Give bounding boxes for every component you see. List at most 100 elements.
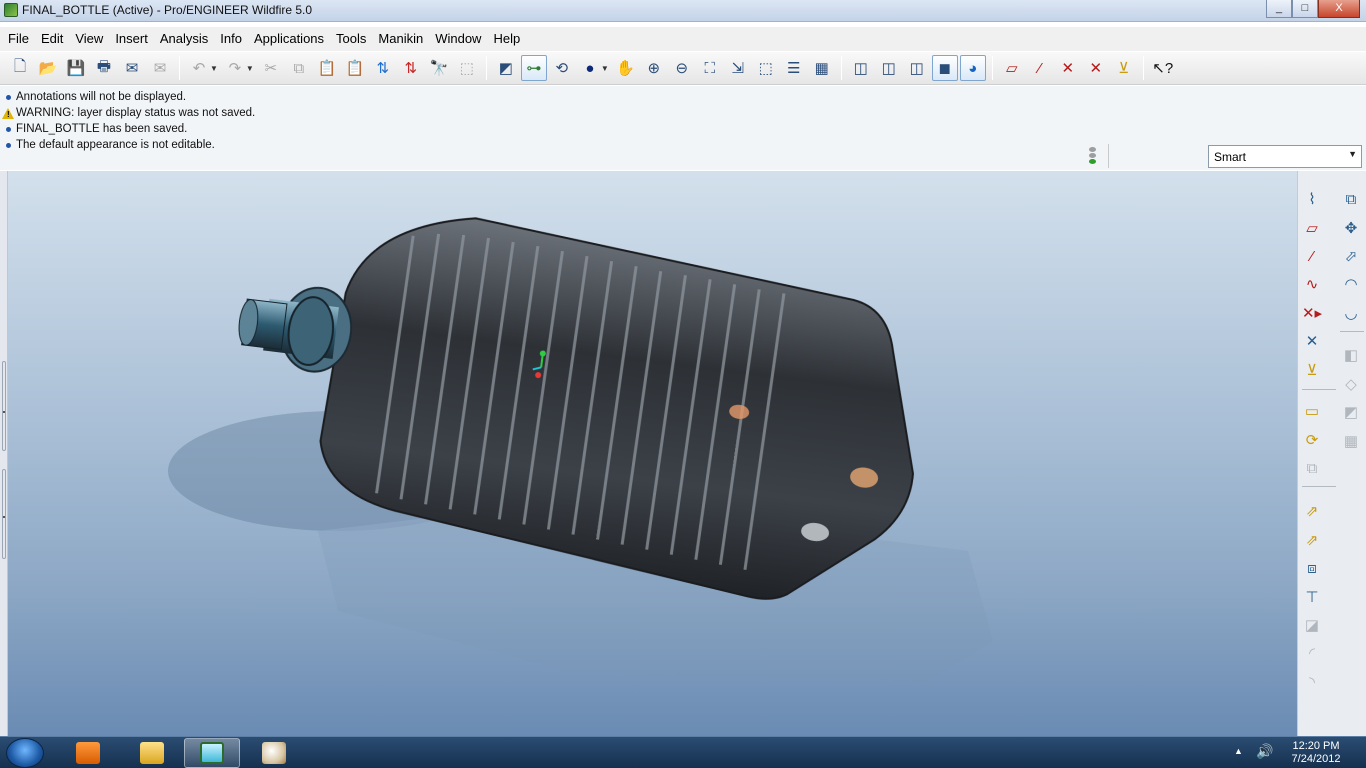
sash-handle[interactable] xyxy=(2,361,6,451)
datum-axis-icon[interactable]: ⁄ xyxy=(1299,244,1325,268)
selection-filter-select[interactable]: Smart ▼ xyxy=(1208,145,1362,168)
minimize-button[interactable]: _ xyxy=(1266,0,1292,18)
datum-planes-icon[interactable]: ▱ xyxy=(999,55,1025,81)
context-help-icon[interactable]: ↖? xyxy=(1150,55,1176,81)
intersect-icon[interactable]: ◇ xyxy=(1338,372,1364,396)
message-text: The default appearance is not editable. xyxy=(16,139,215,151)
datum-point-icon[interactable]: ✕▸ xyxy=(1299,301,1325,325)
taskbar-clock[interactable]: 12:20 PM 7/24/2012 xyxy=(1286,740,1346,766)
regenerate-icon[interactable]: ⇅ xyxy=(370,55,396,81)
draft-icon[interactable]: ⊤ xyxy=(1299,585,1325,609)
reorient-icon[interactable]: ⇲ xyxy=(725,55,751,81)
csys-icon[interactable]: ✕ xyxy=(1299,329,1325,353)
redo-icon[interactable]: ↷ xyxy=(222,55,248,81)
orient-mode-icon[interactable]: ⟲ xyxy=(549,55,575,81)
layers-icon[interactable]: ☰ xyxy=(781,55,807,81)
revolve-icon[interactable]: ⟳ xyxy=(1299,428,1325,452)
trim-icon[interactable]: ◠ xyxy=(1338,272,1364,296)
taskbar-app-proengineer[interactable] xyxy=(184,738,240,768)
menu-manikin[interactable]: Manikin xyxy=(372,27,429,51)
copy-geometry-icon[interactable]: ⧉ xyxy=(1338,187,1364,211)
pattern-icon[interactable]: ◝ xyxy=(1299,670,1325,694)
menu-info[interactable]: Info xyxy=(214,27,248,51)
blend-icon[interactable]: ⇗ xyxy=(1299,499,1325,523)
rib-icon[interactable]: ◜ xyxy=(1299,641,1325,665)
redo-dropdown-icon[interactable]: ▼ xyxy=(246,64,254,73)
extend-icon[interactable]: ◩ xyxy=(1338,400,1364,424)
email-link-icon[interactable]: ✉ xyxy=(147,55,173,81)
menu-tools[interactable]: Tools xyxy=(330,27,372,51)
undo-dropdown-icon[interactable]: ▼ xyxy=(210,64,218,73)
new-icon[interactable]: 🗋 xyxy=(7,55,33,81)
undo-icon[interactable]: ↶ xyxy=(186,55,212,81)
start-button[interactable] xyxy=(6,738,44,768)
pan-icon[interactable]: ✋ xyxy=(613,55,639,81)
datum-curve-icon[interactable]: ∿ xyxy=(1299,272,1325,296)
find-icon[interactable]: 🔭 xyxy=(426,55,452,81)
print-icon[interactable]: 🖶 xyxy=(91,55,117,81)
edge-chamfer-icon[interactable]: ⇗ xyxy=(1299,528,1325,552)
shell-icon[interactable]: ◪ xyxy=(1299,613,1325,637)
paste-special-icon[interactable]: 📋 xyxy=(342,55,368,81)
tray-expand-icon[interactable]: ▲ xyxy=(1234,746,1243,756)
datum-axes-icon[interactable]: ⁄ xyxy=(1027,55,1053,81)
select-box-icon[interactable]: ⬚ xyxy=(454,55,480,81)
menu-view[interactable]: View xyxy=(69,27,109,51)
no-hidden-icon[interactable]: ◫ xyxy=(904,55,930,81)
taskbar-app-media-player[interactable] xyxy=(60,738,116,768)
sketch-datum-curve-icon[interactable]: ⌇ xyxy=(1299,187,1325,211)
zoom-out-icon[interactable]: ⊖ xyxy=(669,55,695,81)
project-icon[interactable]: ▦ xyxy=(1338,429,1364,453)
saved-views-icon[interactable]: ⬚ xyxy=(753,55,779,81)
enhanced-realism-icon[interactable]: ◕ xyxy=(959,55,986,81)
app-icon xyxy=(4,3,18,17)
extrude-icon[interactable]: ▭ xyxy=(1299,399,1325,423)
save-icon[interactable]: 💾 xyxy=(63,55,89,81)
offset-icon[interactable]: ◡ xyxy=(1338,301,1364,325)
volume-icon[interactable]: 🔊 xyxy=(1256,743,1273,760)
variable-sweep-icon[interactable]: ⧉ xyxy=(1299,456,1325,480)
menu-help[interactable]: Help xyxy=(487,27,526,51)
view-manager-icon[interactable]: ▦ xyxy=(809,55,835,81)
refit-icon[interactable]: ⛶ xyxy=(697,55,723,81)
repaint-icon[interactable]: ◩ xyxy=(493,55,519,81)
open-icon[interactable]: 📂 xyxy=(35,55,61,81)
appearance-gallery-icon[interactable]: ● xyxy=(577,55,603,81)
taskbar-app-paint[interactable] xyxy=(246,738,302,768)
thicken-icon[interactable]: ◧ xyxy=(1338,343,1364,367)
zoom-in-icon[interactable]: ⊕ xyxy=(641,55,667,81)
menu-window[interactable]: Window xyxy=(429,27,487,51)
shading-icon[interactable]: ◼ xyxy=(931,55,958,81)
mirror-icon[interactable]: ✥ xyxy=(1338,216,1364,240)
cut-icon[interactable]: ✂ xyxy=(258,55,284,81)
close-button[interactable]: X xyxy=(1318,0,1360,18)
model-tree-collapsed-strip[interactable] xyxy=(0,171,8,736)
regen-manager-icon[interactable]: ⇅ xyxy=(398,55,424,81)
menu-file[interactable]: File xyxy=(2,27,35,51)
hidden-line-icon[interactable]: ◫ xyxy=(876,55,902,81)
menu-insert[interactable]: Insert xyxy=(109,27,154,51)
toolbar-separator xyxy=(1302,486,1336,487)
menu-analysis[interactable]: Analysis xyxy=(154,27,214,51)
datum-plane-icon[interactable]: ▱ xyxy=(1299,216,1325,240)
analysis-feature-icon[interactable]: ⊻ xyxy=(1299,358,1325,382)
email-icon[interactable]: ✉ xyxy=(119,55,145,81)
spin-center-icon[interactable]: ⊶ xyxy=(520,55,547,81)
csys-icon[interactable]: ✕ xyxy=(1083,55,1109,81)
warning-icon: ! xyxy=(2,107,14,119)
datum-points-icon[interactable]: ✕ xyxy=(1055,55,1081,81)
sash-dot xyxy=(3,411,5,413)
copy-icon[interactable]: ⧉ xyxy=(286,55,312,81)
menu-edit[interactable]: Edit xyxy=(35,27,69,51)
menu-applications[interactable]: Applications xyxy=(248,27,330,51)
maximize-button[interactable]: □ xyxy=(1292,0,1318,18)
appearance-dropdown-icon[interactable]: ▼ xyxy=(601,64,609,73)
round-icon[interactable]: ⧈ xyxy=(1299,556,1325,580)
paste-icon[interactable]: 📋 xyxy=(314,55,340,81)
sash-handle[interactable] xyxy=(2,469,6,559)
merge-icon[interactable]: ⬀ xyxy=(1338,244,1364,268)
annotations-icon[interactable]: ⊻ xyxy=(1111,55,1137,81)
taskbar-app-explorer[interactable] xyxy=(124,738,180,768)
graphics-viewport[interactable] xyxy=(8,171,1297,736)
wireframe-icon[interactable]: ◫ xyxy=(848,55,874,81)
